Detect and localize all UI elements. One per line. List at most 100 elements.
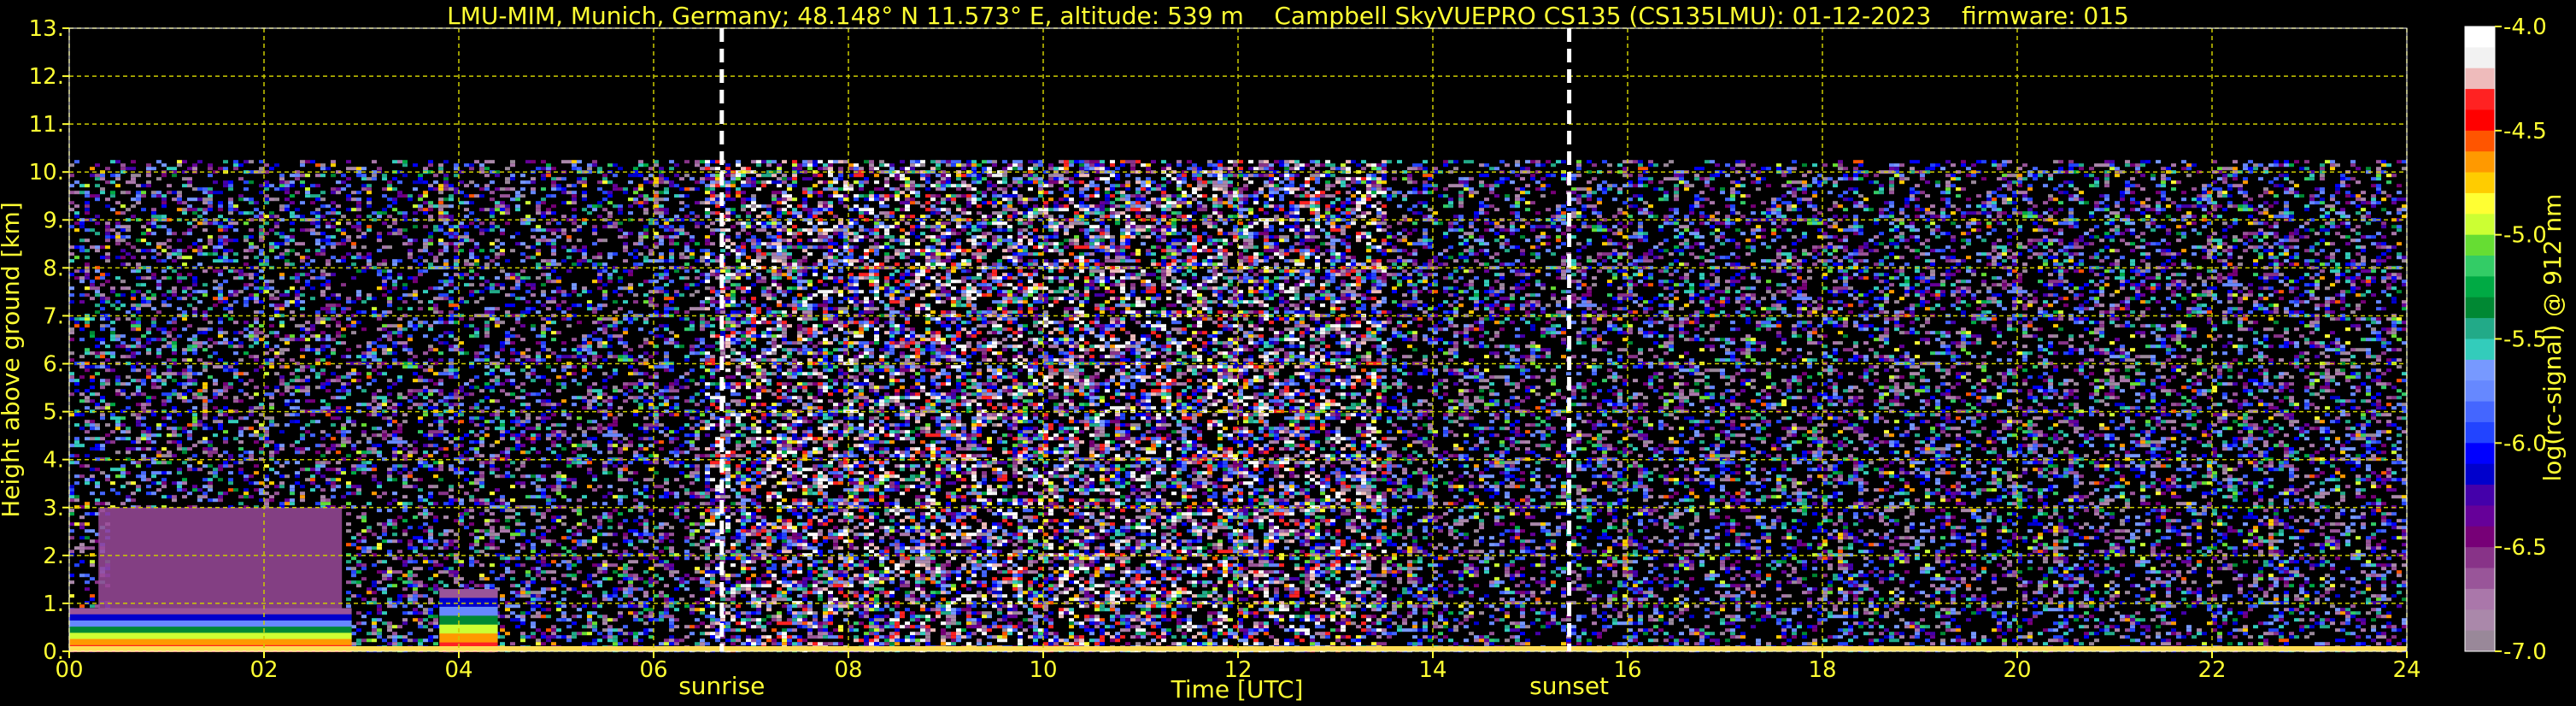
heatmap-cell (156, 351, 161, 355)
heatmap-cell (541, 177, 546, 180)
heatmap-cell (315, 242, 320, 245)
heatmap-cell (192, 341, 197, 344)
heatmap-cell (423, 201, 428, 204)
heatmap-cell (449, 468, 454, 471)
heatmap-cell (551, 433, 556, 437)
heatmap-cell (495, 208, 500, 211)
heatmap-cell (572, 379, 577, 382)
heatmap-cell (105, 502, 110, 505)
heatmap-cell (351, 536, 356, 539)
heatmap-cell (177, 372, 182, 375)
heatmap-cell (464, 235, 469, 238)
heatmap-cell (259, 498, 264, 502)
heatmap-cell (110, 334, 115, 338)
heatmap-cell (607, 276, 613, 279)
heatmap-cell (249, 406, 254, 409)
heatmap-cell (397, 635, 402, 638)
heatmap-cell (79, 338, 85, 341)
heatmap-cell (197, 461, 202, 464)
heatmap-cell (90, 420, 95, 423)
heatmap-cell (607, 256, 613, 259)
heatmap-cell (500, 574, 505, 577)
heatmap-cell (208, 471, 213, 474)
heatmap-cell (326, 433, 331, 437)
heatmap-cell (223, 184, 228, 187)
heatmap-cell (392, 584, 397, 587)
heatmap-cell (628, 180, 633, 184)
heatmap-cell (408, 358, 413, 362)
heatmap-cell (572, 539, 577, 543)
heatmap-cell (602, 327, 607, 331)
heatmap-cell (546, 262, 551, 266)
heatmap-cell (387, 392, 392, 396)
heatmap-cell (254, 321, 259, 324)
heatmap-cell (572, 574, 577, 577)
heatmap-cell (238, 211, 244, 215)
heatmap-cell (546, 300, 551, 303)
heatmap-cell (413, 276, 418, 279)
heatmap-cell (167, 184, 172, 187)
heatmap-cell (382, 522, 387, 526)
heatmap-cell (202, 406, 208, 409)
heatmap-cell (607, 334, 613, 338)
heatmap-cell (408, 560, 413, 563)
heatmap-cell (100, 365, 105, 368)
heatmap-cell (392, 177, 397, 180)
heatmap-cell (218, 420, 223, 423)
heatmap-cell (187, 324, 192, 327)
heatmap-cell (315, 211, 320, 215)
heatmap-cell (582, 290, 587, 293)
heatmap-cell (110, 174, 115, 177)
heatmap-cell (582, 495, 587, 498)
heatmap-cell (254, 355, 259, 358)
heatmap-cell (187, 208, 192, 211)
heatmap-cell (367, 351, 372, 355)
heatmap-cell (131, 365, 136, 368)
heatmap-cell (361, 464, 367, 468)
heatmap-cell (392, 208, 397, 211)
heatmap-cell (541, 560, 546, 563)
heatmap-cell (326, 389, 331, 392)
heatmap-cell (602, 464, 607, 468)
heatmap-cell (546, 167, 551, 170)
heatmap-cell (556, 307, 561, 310)
heatmap-cell (100, 177, 105, 180)
heatmap-cell (469, 262, 474, 266)
heatmap-cell (495, 256, 500, 259)
heatmap-cell (90, 351, 95, 355)
heatmap-cell (582, 358, 587, 362)
heatmap-cell (356, 532, 361, 536)
heatmap-cell (69, 444, 74, 447)
heatmap-cell (479, 283, 484, 286)
heatmap-cell (546, 276, 551, 279)
heatmap-cell (172, 420, 177, 423)
heatmap-cell (172, 351, 177, 355)
heatmap-cell (310, 433, 315, 437)
heatmap-cell (233, 437, 238, 440)
heatmap-cell (161, 403, 167, 406)
heatmap-cell (531, 577, 536, 580)
heatmap-cell (397, 594, 402, 597)
heatmap-cell (438, 249, 443, 252)
heatmap-cell (151, 433, 156, 437)
heatmap-cell (161, 303, 167, 307)
heatmap-cell (115, 221, 120, 225)
heatmap-cell (454, 348, 459, 351)
heatmap-cell (577, 228, 582, 232)
heatmap-cell (387, 635, 392, 638)
heatmap-cell (469, 221, 474, 225)
heatmap-cell (156, 279, 161, 283)
heatmap-cell (623, 269, 628, 273)
heatmap-cell (423, 450, 428, 454)
heatmap-cell (474, 539, 479, 543)
heatmap-cell (136, 317, 141, 321)
heatmap-cell (74, 440, 79, 444)
heatmap-cell (115, 423, 120, 427)
heatmap-cell (320, 273, 326, 276)
heatmap-cell (566, 437, 572, 440)
heatmap-cell (372, 591, 377, 594)
heatmap-cell (561, 478, 566, 481)
heatmap-cell (623, 532, 628, 536)
heatmap-cell (274, 372, 279, 375)
heatmap-cell (259, 215, 264, 218)
